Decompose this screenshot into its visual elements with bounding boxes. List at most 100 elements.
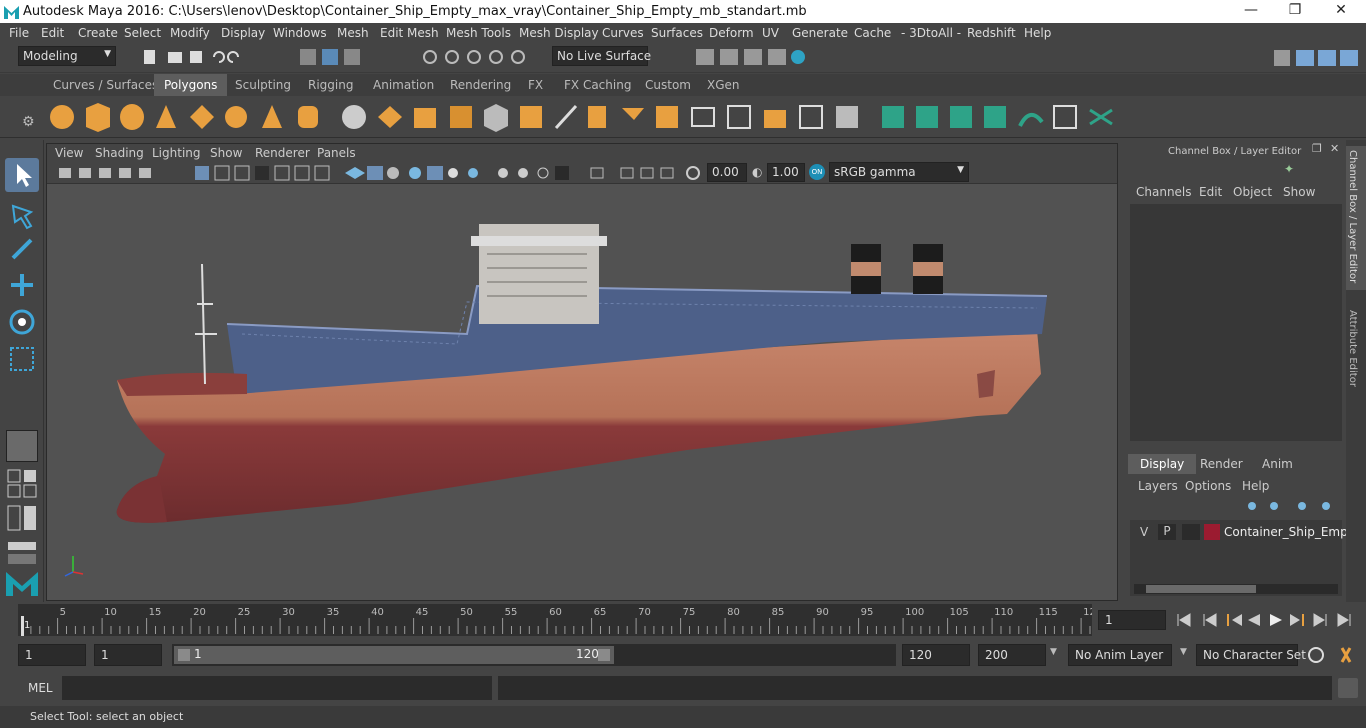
layer-playback-toggle[interactable]: P [1158,524,1176,540]
workspace-layout-icons[interactable] [1270,46,1366,70]
tab-anim[interactable]: Anim [1262,457,1293,471]
cb-menu-edit[interactable]: Edit [1199,185,1222,199]
chevron-down-icon[interactable]: ▼ [1180,647,1187,657]
scene-end-field[interactable]: 200 [978,644,1046,666]
vp-menu-shading[interactable]: Shading [95,146,144,160]
layer-menu-options[interactable]: Options [1185,479,1231,493]
menu-generate[interactable]: Generate [792,26,848,40]
menu-deform[interactable]: Deform [709,26,754,40]
close-button[interactable]: ✕ [1326,2,1356,21]
menu-mesh[interactable]: Mesh [337,26,369,40]
vp-menu-lighting[interactable]: Lighting [152,146,201,160]
mode-selector[interactable]: Modeling ▼ [18,46,116,66]
select-tool-button[interactable] [5,158,39,192]
color-space-dropdown[interactable]: sRGB gamma ▼ [829,162,969,182]
range-slider-handle[interactable]: 1 120 [174,646,614,664]
poly-edit-icons[interactable] [338,100,868,134]
color-management-icon[interactable]: ON [809,164,825,180]
time-ruler[interactable]: 5 10 15 20 25 30 35 40 45 50 55 60 65 70 75 80 85 90 95 100… [18,604,1092,636]
exposure-field[interactable]: 0.00 [707,163,747,182]
layout-single-button[interactable] [6,430,38,462]
tab-display[interactable]: Display [1128,454,1197,474]
time-slider[interactable]: 5 10 15 20 25 30 35 40 45 50 55 60 65 70 75 80 85 90 95 100… [0,604,1366,638]
menu-uv[interactable]: UV [762,26,779,40]
gamma-field[interactable]: 1.00 [767,163,805,182]
transform-tools-icons[interactable] [5,198,39,378]
tab-custom[interactable]: Custom [645,78,691,92]
restore-button[interactable]: ❐ [1280,2,1310,21]
axis-icon[interactable]: ✦ [1284,162,1300,178]
menu-display[interactable]: Display [221,26,265,40]
playback-controls[interactable] [1172,610,1362,630]
playback-end-field[interactable]: 120 [902,644,970,666]
menu-help[interactable]: Help [1024,26,1051,40]
vp-menu-renderer[interactable]: Renderer [255,146,310,160]
scene-start-field[interactable]: 1 [18,644,86,666]
menu-mesh-tools[interactable]: Mesh Tools [446,26,511,40]
menu-cache[interactable]: Cache [854,26,891,40]
tab-curves-surfaces[interactable]: Curves / Surfaces [53,78,158,92]
tab-rendering[interactable]: Rendering [450,78,511,92]
tab-fx-caching[interactable]: FX Caching [564,78,631,92]
menu-create[interactable]: Create [78,26,118,40]
menu-edit-mesh[interactable]: Edit Mesh [380,26,439,40]
menu-file[interactable]: File [9,26,29,40]
menu-surfaces[interactable]: Surfaces [651,26,703,40]
layer-menu-layers[interactable]: Layers [1138,479,1178,493]
range-slider-track[interactable]: 1 120 [172,644,896,666]
tab-polygons[interactable]: Polygons [154,74,228,96]
menu-curves[interactable]: Curves [602,26,644,40]
minimize-button[interactable]: — [1236,2,1266,21]
layer-scrollbar[interactable] [1134,584,1338,594]
current-frame-field[interactable]: 1 [1098,610,1166,630]
3d-scene[interactable]: persp [47,184,1117,634]
tab-sculpting[interactable]: Sculpting [235,78,291,92]
layer-action-icons[interactable] [1244,498,1334,514]
side-tab-channel-box[interactable]: Channel Box / Layer Editor [1346,146,1366,290]
character-set-dropdown[interactable]: No Character Set [1196,644,1306,666]
mel-label[interactable]: MEL [28,681,53,695]
shelf-gear-icon[interactable]: ⚙ [22,114,35,130]
tab-animation[interactable]: Animation [373,78,434,92]
side-tab-attribute-editor[interactable]: Attribute Editor [1346,306,1366,396]
menu-modify[interactable]: Modify [170,26,210,40]
menu-redshift[interactable]: Redshift [967,26,1016,40]
vp-menu-view[interactable]: View [55,146,83,160]
viewport-panel[interactable]: View Shading Lighting Show Renderer Pane… [46,143,1118,634]
menu-select[interactable]: Select [124,26,161,40]
anim-layer-dropdown[interactable]: No Anim Layer [1068,644,1172,666]
layer-type-toggle[interactable] [1182,524,1200,540]
mel-input[interactable] [62,676,492,700]
container-ship-model[interactable] [47,184,1117,600]
cb-menu-channels[interactable]: Channels [1136,185,1192,199]
tab-rigging[interactable]: Rigging [308,78,353,92]
poly-primitive-icons[interactable] [46,100,336,134]
close-panel-icon[interactable]: ✕ [1330,142,1339,155]
range-start-grip[interactable] [178,649,190,661]
layout-icons[interactable] [6,468,38,568]
uv-icons[interactable] [878,100,1118,134]
cb-menu-object[interactable]: Object [1233,185,1272,199]
layer-visibility-toggle[interactable]: V [1140,525,1148,539]
cb-menu-show[interactable]: Show [1283,185,1315,199]
layer-row[interactable]: V P Container_Ship_Empty [1130,522,1360,542]
vp-menu-show[interactable]: Show [210,146,242,160]
menu-mesh-display[interactable]: Mesh Display [519,26,599,40]
chevron-down-icon[interactable]: ▼ [1050,647,1057,657]
live-surface-field[interactable]: No Live Surface [552,46,651,66]
layer-menu-help[interactable]: Help [1242,479,1269,493]
script-editor-icon[interactable] [1338,678,1358,698]
tab-render[interactable]: Render [1200,457,1243,471]
channel-list[interactable] [1130,204,1342,441]
menu-3dtoall[interactable]: - 3DtoAll - [901,26,961,40]
panel-toolbar-icons[interactable] [55,164,705,182]
auto-key-preferences-icons[interactable] [1306,644,1362,666]
float-panel-icon[interactable]: ❐ [1312,142,1322,155]
layer-name[interactable]: Container_Ship_Empty [1224,525,1360,539]
layer-color-swatch[interactable] [1204,524,1220,540]
menu-edit[interactable]: Edit [41,26,64,40]
range-end-grip[interactable] [598,649,610,661]
menu-windows[interactable]: Windows [273,26,327,40]
tab-xgen[interactable]: XGen [707,78,740,92]
playback-start-field[interactable]: 1 [94,644,162,666]
